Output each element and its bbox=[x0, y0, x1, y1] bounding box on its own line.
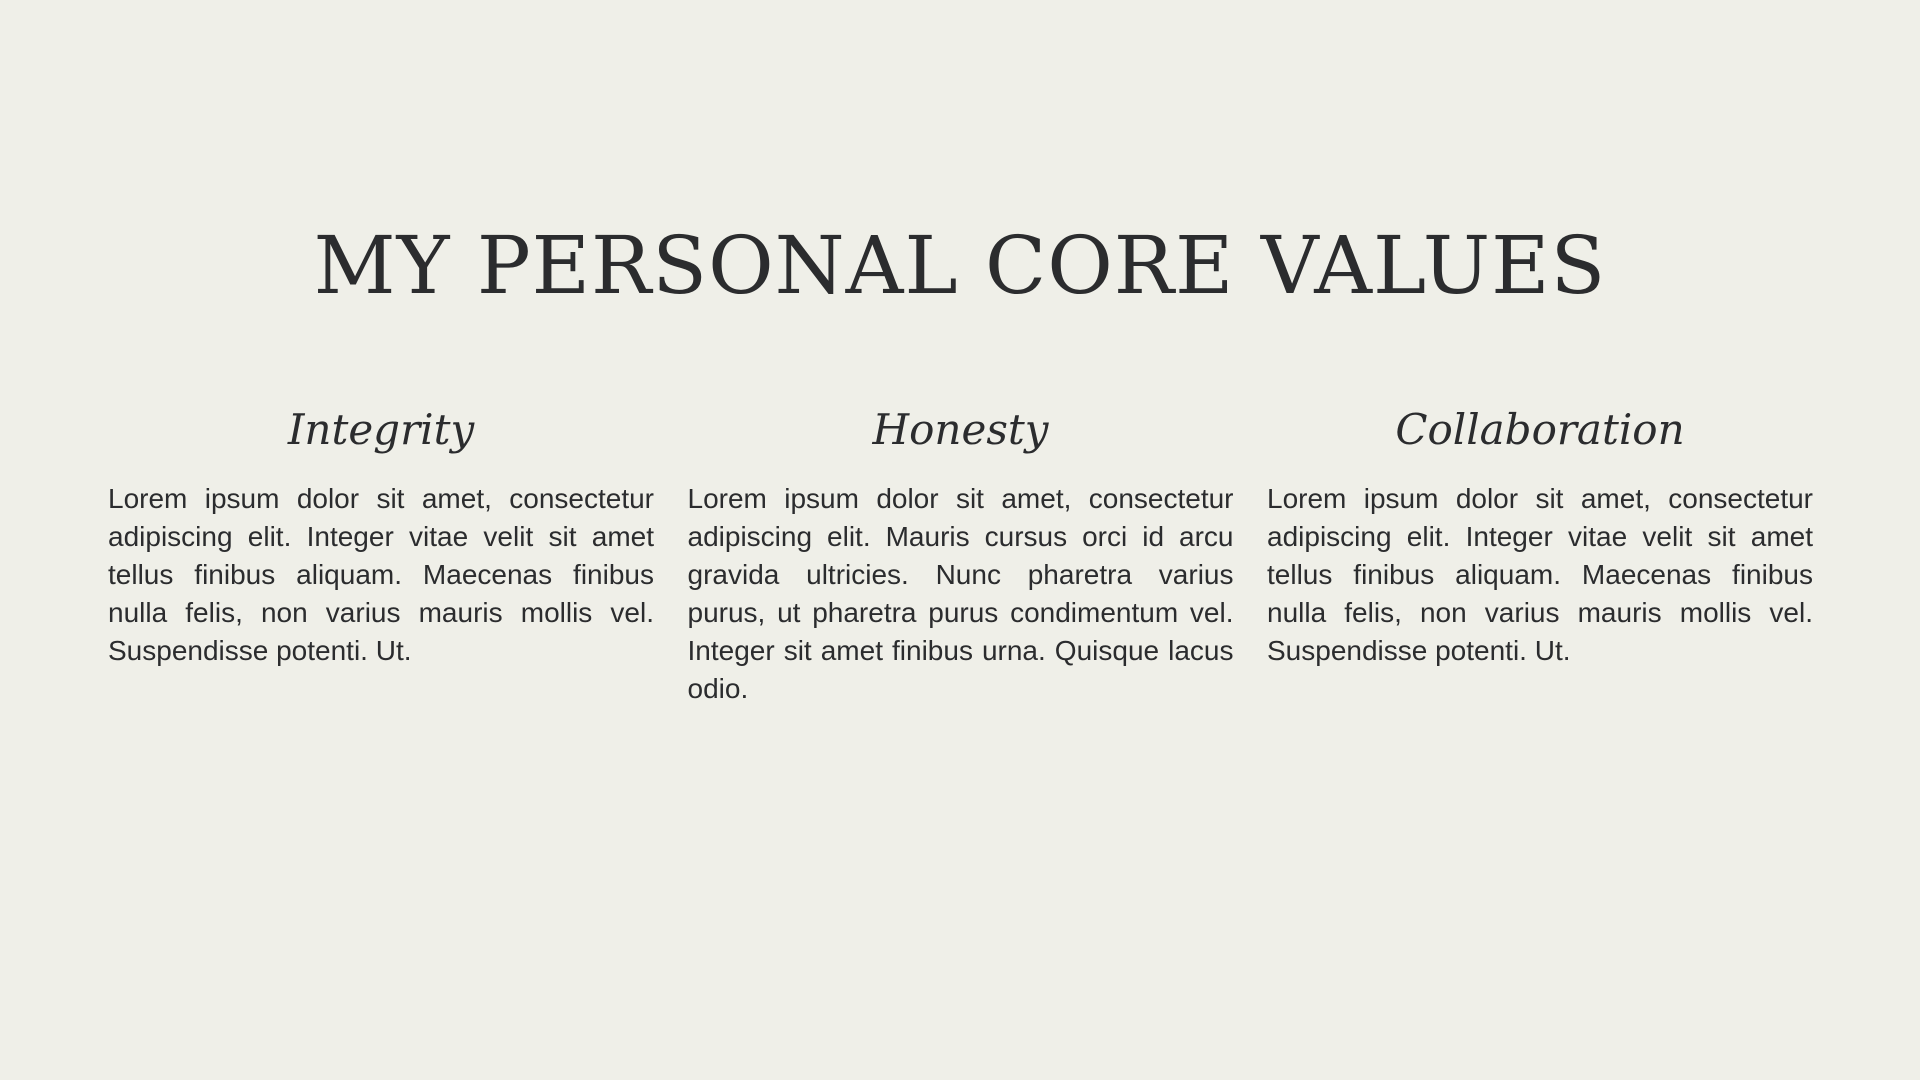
value-heading: Honesty bbox=[872, 405, 1049, 454]
value-heading: Collaboration bbox=[1395, 405, 1685, 454]
value-description: Lorem ipsum dolor sit amet, consectetur … bbox=[108, 483, 654, 667]
value-column-collaboration: Collaboration Lorem ipsum dolor sit amet… bbox=[1267, 405, 1813, 725]
value-column-integrity: Integrity Lorem ipsum dolor sit amet, co… bbox=[108, 405, 654, 725]
page-title: MY PERSONAL CORE VALUES bbox=[313, 219, 1607, 312]
value-column-honesty: Honesty Lorem ipsum dolor sit amet, cons… bbox=[688, 405, 1234, 725]
slide: MY PERSONAL CORE VALUES Integrity Lorem … bbox=[0, 0, 1920, 1080]
value-description: Lorem ipsum dolor sit amet, consectetur … bbox=[1267, 483, 1813, 667]
value-heading: Integrity bbox=[287, 405, 475, 454]
values-columns: Integrity Lorem ipsum dolor sit amet, co… bbox=[108, 405, 1813, 725]
value-description: Lorem ipsum dolor sit amet, consectetur … bbox=[687, 483, 1234, 705]
